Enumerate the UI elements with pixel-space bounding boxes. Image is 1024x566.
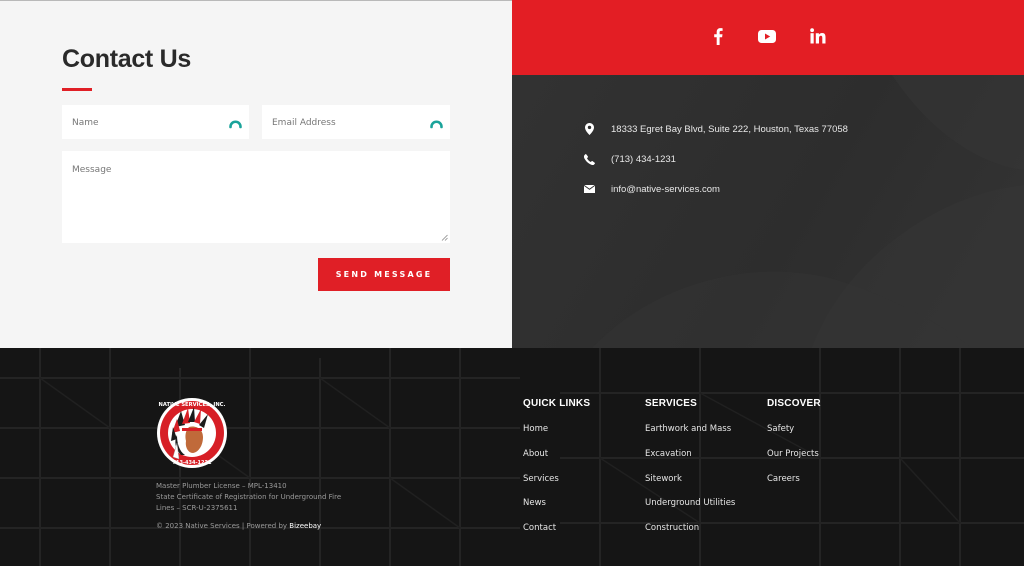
discover-heading: DISCOVER	[767, 398, 821, 409]
address-row: 18333 Egret Bay Blvd, Suite 222, Houston…	[583, 122, 848, 136]
contact-section: Contact Us Name Email Address Message SE…	[0, 0, 512, 348]
footer-link-careers[interactable]: Careers	[767, 474, 819, 499]
footer-link-construction[interactable]: Construction	[645, 523, 735, 548]
autofill-icon[interactable]	[430, 116, 443, 129]
native-services-logo[interactable]: NATIVE SERVICES, INC. 713-434-1231	[155, 397, 229, 469]
email-input[interactable]: Email Address	[262, 105, 450, 139]
name-placeholder: Name	[72, 118, 99, 128]
phone-text: (713) 434-1231	[611, 153, 676, 165]
footer-link-services[interactable]: Services	[523, 474, 559, 499]
copyright: © 2023 Native Services | Powered by Bize…	[156, 521, 321, 532]
discover-list: Safety Our Projects Careers	[767, 424, 819, 498]
footer-link-news[interactable]: News	[523, 498, 559, 523]
send-message-button[interactable]: SEND MESSAGE	[318, 258, 450, 291]
autofill-icon[interactable]	[229, 116, 242, 129]
address-text: 18333 Egret Bay Blvd, Suite 222, Houston…	[611, 123, 848, 135]
services-list: Earthwork and Mass Excavation Sitework U…	[645, 424, 735, 548]
site-footer	[0, 348, 1024, 566]
facebook-icon[interactable]	[708, 26, 728, 46]
footer-link-earthwork[interactable]: Earthwork and Mass	[645, 424, 735, 449]
license-info: Master Plumber License – MPL-13410 State…	[156, 481, 356, 514]
contact-info-panel	[512, 75, 1024, 348]
message-textarea[interactable]: Message	[62, 151, 450, 243]
footer-link-excavation[interactable]: Excavation	[645, 449, 735, 474]
email-placeholder: Email Address	[272, 118, 336, 128]
footer-link-our-projects[interactable]: Our Projects	[767, 449, 819, 474]
footer-link-about[interactable]: About	[523, 449, 559, 474]
license-line-1: Master Plumber License – MPL-13410	[156, 482, 287, 490]
scaffold-background	[0, 348, 1024, 566]
linkedin-icon[interactable]	[808, 26, 828, 46]
footer-link-contact[interactable]: Contact	[523, 523, 559, 548]
footer-link-underground-utilities[interactable]: Underground Utilities	[645, 498, 735, 523]
map-pin-icon	[583, 123, 595, 135]
services-heading: SERVICES	[645, 398, 697, 409]
logo-text-top: NATIVE SERVICES, INC.	[159, 402, 226, 408]
background-swirl	[592, 75, 1024, 348]
contact-title: Contact Us	[62, 45, 191, 73]
footer-link-sitework[interactable]: Sitework	[645, 474, 735, 499]
quick-links-heading: QUICK LINKS	[523, 398, 591, 409]
quick-links-list: Home About Services News Contact	[523, 424, 559, 548]
envelope-icon	[583, 183, 595, 195]
powered-by-link[interactable]: Bizeebay	[289, 522, 321, 530]
logo-text-bottom: 713-434-1231	[173, 460, 212, 466]
resize-handle-icon[interactable]	[441, 234, 448, 241]
email-row[interactable]: info@native-services.com	[583, 182, 720, 196]
message-placeholder: Message	[72, 165, 112, 175]
phone-row[interactable]: (713) 434-1231	[583, 152, 676, 166]
license-line-2: State Certificate of Registration for Un…	[156, 493, 342, 512]
footer-link-home[interactable]: Home	[523, 424, 559, 449]
phone-icon	[583, 153, 595, 165]
youtube-icon[interactable]	[757, 26, 777, 46]
title-underline	[62, 88, 92, 91]
copyright-text: © 2023 Native Services | Powered by	[156, 522, 290, 530]
footer-link-safety[interactable]: Safety	[767, 424, 819, 449]
email-text: info@native-services.com	[611, 183, 720, 195]
name-input[interactable]: Name	[62, 105, 249, 139]
